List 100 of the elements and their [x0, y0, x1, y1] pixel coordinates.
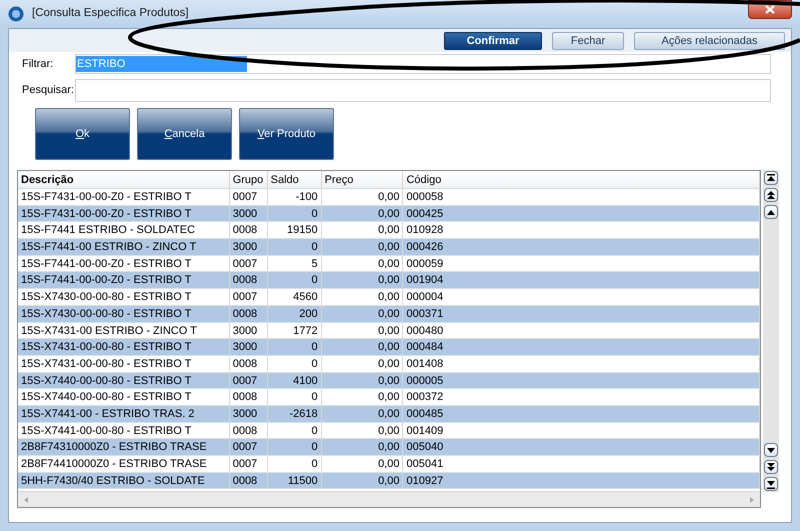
table-cell: 0	[268, 456, 322, 472]
table-cell: 0008	[230, 389, 268, 405]
table-cell: 200	[268, 306, 322, 322]
table-cell: 0,00	[322, 272, 404, 288]
scroll-down-arrow-icon	[767, 446, 775, 454]
table-cell: 0,00	[322, 322, 404, 338]
table-cell: 001409	[403, 422, 760, 438]
table-cell: 0007	[230, 439, 268, 455]
table-cell: 000058	[403, 189, 760, 205]
table-row[interactable]: 15S-F7431-00-00-Z0 - ESTRIBO T 0007 -100 0,00 000058	[18, 189, 760, 206]
table-cell: -100	[268, 189, 322, 205]
page-up-arrow-icon	[767, 190, 775, 200]
field-value: ESTRIBO	[76, 56, 247, 72]
table-cell: 005041	[403, 456, 760, 472]
scroll-right-icon	[750, 496, 754, 502]
page-down-arrow-icon	[767, 462, 775, 472]
action-button[interactable]: Ok	[35, 108, 130, 160]
column-header[interactable]: Código	[403, 171, 760, 188]
table-row[interactable]: 15S-X7430-00-00-80 - ESTRIBO T 0008 200 0,00 000371	[18, 306, 760, 322]
table-cell: 000484	[403, 339, 760, 355]
column-header[interactable]: Grupo	[230, 171, 268, 188]
table-row[interactable]: 15S-F7431-00-00-Z0 - ESTRIBO T 3000 0 0,00 000425	[18, 206, 760, 222]
table-cell: 0,00	[322, 406, 404, 422]
table-row[interactable]: 15S-X7440-00-00-80 - ESTRIBO T 0007 4100 0,00 000005	[18, 372, 760, 390]
table-cell: 0,00	[322, 439, 404, 455]
window-title: [Consulta Especifica Produtos]	[32, 6, 189, 22]
table-row[interactable]: 15S-X7431-00-00-80 - ESTRIBO T 3000 0 0,00 000484	[18, 339, 760, 356]
table-cell: 010927	[403, 472, 760, 488]
table-cell: 0,00	[322, 339, 404, 355]
table-cell: 001408	[403, 356, 760, 372]
app-logo-icon	[8, 6, 24, 22]
table-cell: 000005	[403, 372, 760, 388]
table-cell: 15S-X7441-00 - ESTRIBO TRAS. 2	[18, 406, 230, 422]
table-cell: 0,00	[322, 372, 404, 388]
field-label: Pesquisar:	[21, 82, 75, 98]
page-up-button[interactable]	[764, 188, 778, 202]
table-row[interactable]: 2B8F74310000Z0 - ESTRIBO TRASE 0007 0 0,00 005040	[18, 439, 760, 456]
table-cell: 3000	[230, 339, 268, 355]
search-field[interactable]	[75, 78, 771, 102]
table-cell: 15S-F7441-00-00-Z0 - ESTRIBO T	[18, 272, 230, 288]
table-cell: 0	[268, 239, 322, 255]
table-cell: 000372	[403, 389, 760, 405]
column-header[interactable]: Saldo	[268, 171, 322, 188]
table-cell: 4100	[268, 372, 322, 388]
table-cell: 0	[268, 422, 322, 438]
table-cell: 0	[268, 339, 322, 355]
toolbar-button[interactable]: Fechar	[552, 32, 624, 50]
table-cell: 000371	[403, 306, 760, 322]
table-cell: 000426	[403, 239, 760, 255]
table-cell: 0	[268, 439, 322, 455]
scroll-down-button[interactable]	[764, 443, 778, 457]
table-row[interactable]: 15S-F7441-00-00-Z0 - ESTRIBO T 0008 0 0,00 001904	[18, 272, 760, 290]
table-cell: 000485	[403, 406, 760, 422]
table-cell: 0,00	[322, 472, 404, 488]
page-down-button[interactable]	[764, 460, 778, 474]
table-row[interactable]: 15S-X7430-00-00-80 - ESTRIBO T 0007 4560 0,00 000004	[18, 289, 760, 306]
table-row[interactable]: 15S-X7441-00 - ESTRIBO TRAS. 2 3000 -2618 0,00 000485	[18, 406, 760, 423]
action-button[interactable]: Cancela	[137, 108, 232, 160]
table-cell: 15S-F7441 ESTRIBO - SOLDATEC	[18, 222, 230, 238]
scroll-top-button[interactable]	[764, 171, 778, 185]
table-row[interactable]: 15S-X7441-00-00-80 - ESTRIBO T 0008 0 0,00 001409	[18, 422, 760, 440]
table-row[interactable]: 15S-F7441 ESTRIBO - SOLDATEC 0008 19150 0,00 010928	[18, 222, 760, 240]
table-row[interactable]: 2B8F74410000Z0 - ESTRIBO TRASE 0007 0 0,00 005041	[18, 456, 760, 473]
scroll-top-arrow-icon	[767, 174, 775, 182]
table-row[interactable]: 15S-X7431-00-00-80 - ESTRIBO T 0008 0 0,00 001408	[18, 356, 760, 373]
table-cell: -2618	[268, 406, 322, 422]
table-cell: 0008	[230, 222, 268, 238]
table-cell: 0007	[230, 456, 268, 472]
toolbar-button[interactable]: Ações relacionadas	[634, 32, 785, 50]
table-row[interactable]: 15S-F7441-00-00-Z0 - ESTRIBO T 0007 5 0,00 000059	[18, 256, 760, 272]
table-cell: 0007	[230, 372, 268, 388]
table-row[interactable]: 15S-F7441-00 ESTRIBO - ZINCO T 3000 0 0,00 000426	[18, 239, 760, 256]
column-header[interactable]: Descrição	[18, 171, 230, 188]
table-cell: 0008	[230, 306, 268, 322]
table-cell: 0,00	[322, 289, 404, 305]
table-cell: 0008	[230, 272, 268, 288]
table-cell: 11500	[268, 472, 322, 488]
horizontal-scrollbar[interactable]	[18, 491, 760, 507]
action-button[interactable]: Ver Produto	[239, 108, 334, 160]
table-cell: 0,00	[322, 206, 404, 222]
table-cell: 0007	[230, 256, 268, 272]
table-row[interactable]: 5HH-F7430/40 ESTRIBO - SOLDATE 0008 11500 0,00 010927	[18, 472, 760, 490]
table-cell: 0008	[230, 422, 268, 438]
table-cell: 15S-X7440-00-00-80 - ESTRIBO T	[18, 389, 230, 405]
table-cell: 0008	[230, 472, 268, 488]
table-cell: 3000	[230, 406, 268, 422]
table-row[interactable]: 15S-X7440-00-00-80 - ESTRIBO T 0008 0 0,00 000372	[18, 389, 760, 406]
table-cell: 3000	[230, 206, 268, 222]
table-cell: 3000	[230, 239, 268, 255]
table-cell: 15S-F7431-00-00-Z0 - ESTRIBO T	[18, 189, 230, 205]
table-cell: 0	[268, 206, 322, 222]
table-cell: 0	[268, 356, 322, 372]
toolbar-button[interactable]: Confirmar	[444, 32, 542, 50]
column-header[interactable]: Preço	[322, 171, 404, 188]
table-cell: 0,00	[322, 356, 404, 372]
scroll-bottom-button[interactable]	[764, 477, 778, 491]
table-cell: 15S-X7431-00-00-80 - ESTRIBO T	[18, 356, 230, 372]
table-row[interactable]: 15S-X7431-00 ESTRIBO - ZINCO T 3000 1772 0,00 000480	[18, 322, 760, 340]
table-cell: 5	[268, 256, 322, 272]
scroll-up-button[interactable]	[764, 205, 778, 219]
